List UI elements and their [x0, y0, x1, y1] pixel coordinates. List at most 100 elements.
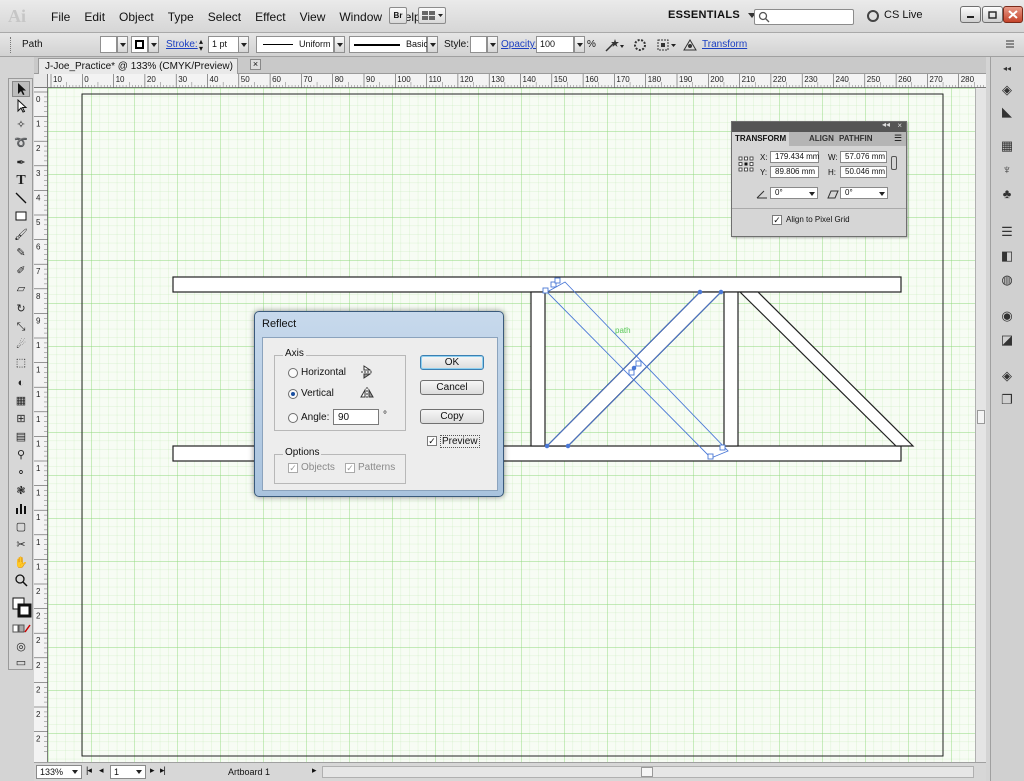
angle-radio[interactable]: [288, 413, 298, 423]
screen-mode-icon[interactable]: ▭: [12, 655, 30, 671]
opacity-input[interactable]: 100: [536, 36, 574, 53]
menu-view[interactable]: View: [293, 10, 333, 24]
angle-input[interactable]: 90: [333, 409, 379, 425]
horizontal-ruler[interactable]: 10 0 10 20 30 40 50 60 70 80 90 100 110 120 130 140 150 1…: [34, 74, 986, 88]
layers-panel-icon[interactable]: ◈: [997, 367, 1017, 385]
opacity-dropdown[interactable]: [574, 36, 585, 53]
hand-tool-icon[interactable]: ✋: [12, 555, 30, 571]
vertical-ruler[interactable]: 0 1 2 3 4 5 6 7 8 9 1 1 1 1 1 1 1 1 1 1 2 2 2 2 2 2 2: [34, 88, 48, 762]
draw-mode-icon[interactable]: ◎: [12, 639, 30, 655]
status-menu-button[interactable]: ▸: [312, 765, 317, 776]
brush-dropdown[interactable]: [427, 36, 438, 53]
variable-width-profile[interactable]: Uniform: [256, 36, 334, 53]
horizontal-radio[interactable]: [288, 368, 298, 378]
tab-transform[interactable]: TRANSFORM: [732, 132, 790, 146]
transparency-panel-icon[interactable]: ◍: [997, 271, 1017, 289]
cs-live-button[interactable]: CS Live: [884, 9, 923, 21]
fill-swatch[interactable]: [100, 36, 117, 53]
stroke-swatch[interactable]: [131, 36, 148, 53]
slice-tool-icon[interactable]: ✂: [12, 537, 30, 553]
last-artboard-button[interactable]: ▸|: [160, 765, 166, 776]
swatches-panel-icon[interactable]: ▦: [997, 137, 1017, 155]
previous-artboard-button[interactable]: ◂: [99, 765, 104, 776]
magic-wand-tool-icon[interactable]: ✧: [12, 117, 30, 133]
horizontal-label[interactable]: Horizontal: [301, 367, 346, 378]
document-tab[interactable]: J-Joe_Practice* @ 133% (CMYK/Preview): [38, 58, 238, 74]
arrange-documents-button[interactable]: [418, 7, 446, 24]
horizontal-scrollbar[interactable]: [322, 766, 974, 778]
bridge-button[interactable]: Br: [389, 7, 407, 24]
brushes-panel-icon[interactable]: ♆: [997, 161, 1017, 179]
minimize-button[interactable]: [960, 6, 981, 23]
direct-selection-tool-icon[interactable]: [12, 98, 30, 115]
artboard-tool-icon[interactable]: ▢: [12, 519, 30, 535]
profile-dropdown[interactable]: [334, 36, 345, 53]
workspace-switcher[interactable]: ESSENTIALS: [668, 9, 756, 21]
free-transform-tool-icon[interactable]: ⬚: [12, 355, 30, 371]
cancel-button[interactable]: Cancel: [420, 380, 484, 395]
graphic-style-swatch[interactable]: [470, 36, 487, 53]
align-to-button[interactable]: [656, 37, 678, 53]
close-document-button[interactable]: ×: [250, 59, 261, 70]
horizontal-scroll-thumb[interactable]: [641, 767, 653, 777]
pen-tool-icon[interactable]: ✒: [12, 155, 30, 171]
blob-brush-tool-icon[interactable]: ✐: [12, 263, 30, 279]
objects-checkbox[interactable]: ✓: [288, 463, 298, 473]
tab-align[interactable]: ALIGN: [806, 132, 837, 146]
first-artboard-button[interactable]: |◂: [86, 765, 92, 776]
column-graph-tool-icon[interactable]: [12, 501, 30, 517]
perspective-grid-tool-icon[interactable]: ▦: [12, 393, 30, 409]
symbol-sprayer-tool-icon[interactable]: ❃: [12, 483, 30, 499]
panel-menu-icon[interactable]: ☰: [894, 133, 904, 143]
zoom-dropdown-icon[interactable]: [72, 770, 78, 774]
graphic-styles-panel-icon[interactable]: ◪: [997, 331, 1017, 349]
x-position-input[interactable]: 179.434 mm: [770, 151, 819, 163]
type-tool-icon[interactable]: T: [12, 173, 30, 189]
rotate-tool-icon[interactable]: ↻: [12, 301, 30, 317]
menu-file[interactable]: File: [44, 10, 77, 24]
eyedropper-tool-icon[interactable]: ⚲: [12, 447, 30, 463]
dock-collapse-icon[interactable]: ◂◂: [997, 60, 1017, 78]
artboards-panel-icon[interactable]: ❐: [997, 391, 1017, 409]
mesh-tool-icon[interactable]: ⊞: [12, 411, 30, 427]
restore-button[interactable]: [982, 6, 1003, 23]
preview-checkbox[interactable]: ✓: [427, 436, 437, 446]
menu-effect[interactable]: Effect: [248, 10, 292, 24]
y-position-input[interactable]: 89.806 mm: [770, 166, 819, 178]
control-bar-grip[interactable]: [10, 37, 13, 53]
vertical-label[interactable]: Vertical: [301, 388, 334, 399]
artboard-dropdown-icon[interactable]: [136, 770, 142, 774]
distribute-button[interactable]: [682, 37, 698, 53]
stroke-weight-stepper[interactable]: ▴ ▾: [199, 38, 203, 53]
blend-tool-icon[interactable]: ⚬: [12, 465, 30, 481]
stroke-weight-dropdown[interactable]: [238, 36, 249, 53]
align-pixel-grid-checkbox[interactable]: ✓: [772, 215, 782, 225]
rotate-dropdown-icon[interactable]: [809, 192, 815, 196]
graphic-style-dropdown[interactable]: [487, 36, 498, 53]
symbols-panel-icon[interactable]: ♣: [997, 185, 1017, 203]
height-input[interactable]: 50.046 mm: [840, 166, 887, 178]
fill-dropdown[interactable]: [117, 36, 128, 53]
ruler-origin[interactable]: [34, 74, 48, 88]
next-artboard-button[interactable]: ▸: [150, 765, 155, 776]
scale-tool-icon[interactable]: ⤡: [12, 319, 30, 335]
tab-pathfinder[interactable]: PATHFIN: [836, 132, 875, 146]
rectangle-tool-icon[interactable]: [12, 209, 30, 225]
gradient-tool-icon[interactable]: ▤: [12, 429, 30, 445]
menu-select[interactable]: Select: [201, 10, 248, 24]
color-mode-buttons[interactable]: [12, 623, 31, 639]
vertical-scroll-thumb[interactable]: [977, 410, 985, 424]
appearance-panel-icon[interactable]: ◉: [997, 307, 1017, 325]
menu-window[interactable]: Window: [332, 10, 389, 24]
help-search-input[interactable]: [754, 9, 854, 25]
transform-panel-header[interactable]: ◂◂ ×: [732, 120, 906, 132]
transform-panel-link[interactable]: Transform: [702, 39, 747, 50]
collapse-panel-icon[interactable]: ◂◂: [882, 120, 890, 129]
preview-label[interactable]: Preview: [440, 435, 480, 448]
color-panel-icon[interactable]: ◣: [997, 103, 1017, 121]
close-window-button[interactable]: [1003, 6, 1023, 23]
stroke-panel-icon[interactable]: ☰: [997, 223, 1017, 241]
menu-type[interactable]: Type: [161, 10, 201, 24]
constrain-proportions-icon[interactable]: [891, 156, 897, 170]
shape-builder-tool-icon[interactable]: ◐: [12, 375, 30, 391]
